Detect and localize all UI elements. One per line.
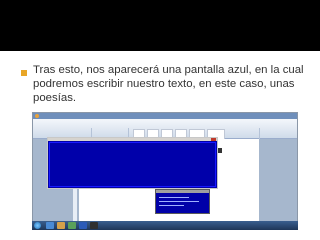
mouse-pointer-icon — [218, 148, 222, 153]
blue-text-area[interactable] — [49, 142, 216, 187]
slide: Tras esto, nos aparecerá una pantalla az… — [0, 0, 320, 240]
blue-screen-window[interactable] — [47, 137, 218, 189]
taskbar-app-icon[interactable] — [90, 222, 98, 229]
title-band — [0, 0, 320, 51]
text-line — [159, 197, 189, 198]
text-line — [159, 201, 199, 202]
office-button-icon — [35, 114, 39, 118]
small-blue-window[interactable] — [155, 189, 210, 214]
small-window-title-bar — [156, 190, 209, 193]
blue-window-title-bar[interactable] — [48, 138, 217, 141]
text-line — [159, 205, 184, 206]
taskbar — [32, 221, 298, 230]
square-bullet-icon — [21, 70, 27, 76]
taskbar-word-icon[interactable] — [79, 222, 87, 229]
taskbar-app-icon[interactable] — [68, 222, 76, 229]
start-button-icon[interactable] — [34, 222, 41, 229]
taskbar-app-icon[interactable] — [46, 222, 54, 229]
close-icon[interactable] — [211, 138, 216, 141]
taskbar-app-icon[interactable] — [57, 222, 65, 229]
word-ribbon — [33, 119, 297, 141]
bullet-text: Tras esto, nos aparecerá una pantalla az… — [33, 64, 304, 104]
